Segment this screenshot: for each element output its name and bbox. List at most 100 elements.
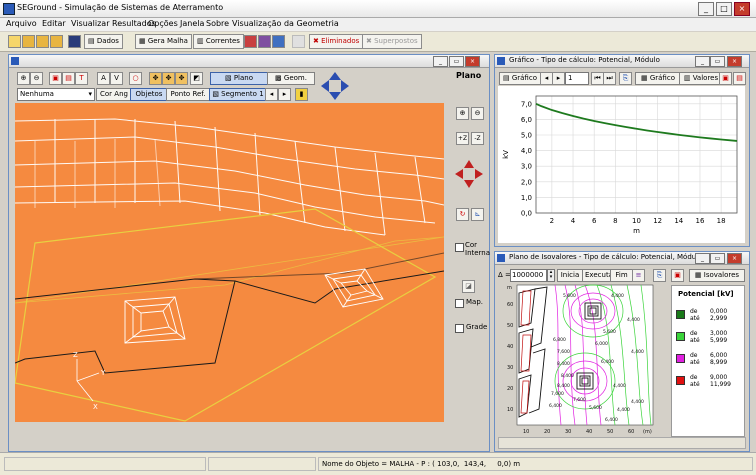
iso-restore-button[interactable]: ▭ — [710, 253, 725, 264]
letter-a-button[interactable]: A — [97, 72, 110, 85]
inicia-button[interactable]: Inicia — [557, 269, 583, 282]
save-icon[interactable] — [68, 35, 81, 48]
menu-arquivo[interactable]: Arquivo — [6, 19, 37, 28]
graph-next-icon[interactable]: ▸ — [552, 72, 565, 85]
graph-export-icon[interactable]: ▣ — [719, 72, 732, 85]
chart-icon[interactable] — [244, 35, 257, 48]
viewer-close-button[interactable]: × — [465, 56, 480, 67]
side-arrow-down-icon[interactable] — [464, 180, 474, 188]
delta-spinner[interactable]: ▴ ▾ — [547, 269, 555, 282]
iso-export-icon[interactable]: ▣ — [671, 269, 684, 282]
menu-visualizar[interactable]: Visualizar — [71, 19, 110, 28]
grade-label: Grade — [466, 323, 488, 331]
cor-ang-button[interactable]: Cor Ang — [96, 88, 132, 101]
contour-label-9: 8,400 — [561, 373, 574, 379]
axis-icon[interactable]: ⊾ — [471, 208, 484, 221]
eliminados-button[interactable]: ✖ Eliminados — [309, 34, 364, 49]
graph-copy-icon[interactable]: ⎘ — [619, 72, 632, 85]
text-t-icon[interactable]: T — [75, 72, 88, 85]
side-zoom-in-icon[interactable]: ⊕ — [456, 107, 469, 120]
maximize-button[interactable]: □ — [716, 2, 732, 16]
cor-interna-checkbox[interactable] — [455, 243, 464, 252]
iso-close-button[interactable]: × — [727, 253, 742, 264]
fim-button[interactable]: Fim — [610, 269, 633, 282]
refresh-icon[interactable]: ↻ — [456, 208, 469, 221]
legend-title: Potencial [kV] — [678, 290, 734, 298]
circle-icon[interactable]: ○ — [129, 72, 142, 85]
menu-visualizacao-geometria[interactable]: Visualização da Geometria — [232, 19, 339, 28]
viewer-restore-button[interactable]: ▭ — [449, 56, 464, 67]
side-arrow-right-icon[interactable] — [475, 169, 483, 179]
side-zoom-out-icon[interactable]: ⊖ — [471, 107, 484, 120]
segment-next-icon[interactable]: ▸ — [278, 88, 291, 101]
results-icon[interactable] — [272, 35, 285, 48]
side-arrow-up-icon[interactable] — [464, 160, 474, 168]
delta-input[interactable]: 1000000 — [510, 269, 547, 282]
menu-opcoes[interactable]: Opções — [148, 19, 178, 28]
side-arrow-left-icon[interactable] — [455, 169, 463, 179]
zoom-out-icon[interactable]: ⊖ — [30, 72, 43, 85]
iso-copy-icon[interactable]: ⎘ — [653, 269, 666, 282]
arrow-down-icon[interactable] — [329, 92, 341, 100]
segmento-number: 1 — [259, 90, 264, 98]
map-checkbox[interactable] — [455, 299, 464, 308]
geom-button[interactable]: ▩ Geom. — [267, 72, 315, 85]
arrow-up-icon[interactable] — [329, 72, 341, 80]
side-navigation-arrows[interactable] — [454, 159, 484, 189]
graph-close-button[interactable]: × — [727, 56, 742, 67]
objetos-button[interactable]: Objetos — [130, 88, 168, 101]
new-file-icon[interactable] — [8, 35, 21, 48]
move-icon[interactable]: ✥ — [149, 72, 162, 85]
iso-horizontal-scrollbar[interactable] — [498, 437, 746, 449]
open-folder-icon[interactable] — [22, 35, 35, 48]
navigation-arrows[interactable] — [320, 71, 350, 101]
dados-button[interactable]: ▤ Dados — [84, 34, 123, 49]
doc-icon[interactable]: ▤ — [62, 72, 75, 85]
iso-color-icon[interactable]: ≡ — [632, 269, 645, 282]
graph-grafico-button[interactable]: ▤ Gráfico — [499, 72, 541, 85]
graph-last-icon[interactable]: ⏭ — [603, 72, 616, 85]
iso-minimize-button[interactable]: _ — [695, 253, 710, 264]
menu-janela[interactable]: Janela — [180, 19, 204, 28]
open-recent-icon[interactable] — [36, 35, 49, 48]
map-tool-icon[interactable]: ◪ — [462, 280, 475, 293]
segmento-button[interactable]: ▧ Segmento 1 — [209, 88, 267, 101]
menu-editar[interactable]: Editar — [42, 19, 66, 28]
graph-minimize-button[interactable]: _ — [695, 56, 710, 67]
selection-dropdown[interactable]: Nenhuma ▾ — [17, 88, 95, 101]
pencil-icon[interactable] — [292, 35, 305, 48]
superpostos-button[interactable]: ✖ Superpostos — [362, 34, 422, 49]
executa-button[interactable]: Executa — [582, 269, 613, 282]
plano-button[interactable]: ▧ Plano — [210, 72, 268, 85]
graph-page-field[interactable]: 1 — [565, 72, 589, 85]
grade-checkbox[interactable] — [455, 324, 464, 333]
isovalores-button[interactable]: ▦ Isovalores — [689, 269, 745, 282]
geometry-3d-canvas[interactable]: Z Y X — [15, 103, 444, 422]
viewer-minimize-button[interactable]: _ — [433, 56, 448, 67]
correntes-button[interactable]: ▥ Correntes — [193, 34, 244, 49]
x-tick-label: 10 — [632, 217, 641, 225]
folder-icon[interactable] — [50, 35, 63, 48]
pencil-tool-icon[interactable]: ▮ — [295, 88, 308, 101]
eraser-icon[interactable]: ◩ — [190, 72, 203, 85]
gera-malha-button[interactable]: ▦ Gera Malha — [135, 34, 192, 49]
letter-v-button[interactable]: V — [110, 72, 123, 85]
arrow-left-icon[interactable] — [321, 80, 329, 92]
graph-grafico2-button[interactable]: ▦ Gráfico — [635, 72, 681, 85]
menu-sobre[interactable]: Sobre — [206, 19, 229, 28]
pan-icon[interactable]: ✥ — [175, 72, 188, 85]
arrow-right-icon[interactable] — [341, 80, 349, 92]
ponto-ref-button[interactable]: Ponto Ref. — [166, 88, 210, 101]
segment-prev-icon[interactable]: ◂ — [265, 88, 278, 101]
zoom-in-icon[interactable]: ⊕ — [17, 72, 30, 85]
graph-valores-button[interactable]: ▥ Valores — [679, 72, 723, 85]
graph-restore-button[interactable]: ▭ — [710, 56, 725, 67]
layer-icon[interactable]: ▣ — [49, 72, 62, 85]
zoom-plus-z-button[interactable]: +Z — [456, 132, 469, 145]
close-button[interactable]: × — [734, 2, 750, 16]
chart-settings-icon[interactable] — [258, 35, 271, 48]
zoom-minus-z-button[interactable]: -Z — [471, 132, 484, 145]
minimize-button[interactable]: _ — [698, 2, 714, 16]
graph-print-icon[interactable]: ▤ — [733, 72, 746, 85]
rotate-icon[interactable]: ✥ — [162, 72, 175, 85]
